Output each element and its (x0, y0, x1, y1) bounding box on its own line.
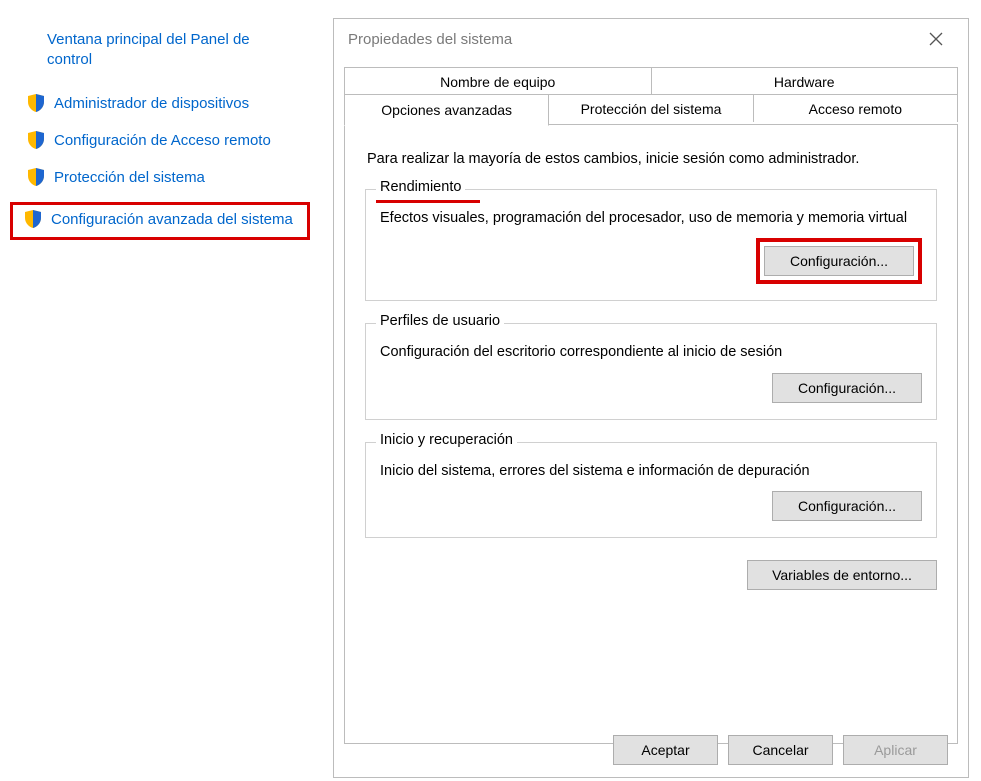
shield-icon (26, 130, 46, 150)
close-icon[interactable] (916, 19, 956, 59)
tab-body-advanced: Para realizar la mayoría de estos cambio… (344, 124, 958, 744)
sidebar-item-label: Configuración de Acceso remoto (54, 130, 271, 151)
group-legend-profiles: Perfiles de usuario (376, 313, 504, 329)
tab-system-protection[interactable]: Protección del sistema (549, 94, 753, 122)
ok-button[interactable]: Aceptar (613, 735, 718, 765)
sidebar-item-label: Configuración avanzada del sistema (51, 209, 293, 230)
sidebar-item-system-protection[interactable]: Protección del sistema (22, 165, 310, 190)
system-properties-dialog: Propiedades del sistema Nombre de equipo… (333, 18, 969, 778)
sidebar-item-remote-access[interactable]: Configuración de Acceso remoto (22, 128, 310, 153)
tab-hardware[interactable]: Hardware (652, 67, 959, 95)
tab-computer-name[interactable]: Nombre de equipo (344, 67, 652, 95)
highlight-underline (376, 200, 480, 203)
control-panel-home-link[interactable]: Ventana principal del Panel de control (47, 30, 285, 71)
cancel-button[interactable]: Cancelar (728, 735, 833, 765)
sidebar-item-label: Administrador de dispositivos (54, 93, 249, 114)
titlebar: Propiedades del sistema (334, 19, 968, 59)
group-desc-startup: Inicio del sistema, errores del sistema … (380, 461, 922, 481)
environment-variables-button[interactable]: Variables de entorno... (747, 560, 937, 590)
sidebar-item-device-manager[interactable]: Administrador de dispositivos (22, 91, 310, 116)
highlight-box: Configuración... (756, 238, 922, 284)
tab-remote-access[interactable]: Acceso remoto (754, 94, 958, 122)
control-panel-sidebar: Ventana principal del Panel de control A… (0, 20, 310, 252)
apply-button[interactable]: Aplicar (843, 735, 948, 765)
shield-icon (26, 93, 46, 113)
startup-settings-button[interactable]: Configuración... (772, 491, 922, 521)
shield-icon (26, 167, 46, 187)
shield-icon (23, 209, 43, 229)
group-legend-startup: Inicio y recuperación (376, 432, 517, 448)
dialog-button-row: Aceptar Cancelar Aplicar (613, 735, 948, 765)
sidebar-item-label: Protección del sistema (54, 167, 205, 188)
group-startup-recovery: Inicio y recuperación Inicio del sistema… (365, 442, 937, 538)
group-desc-performance: Efectos visuales, programación del proce… (380, 208, 922, 228)
sidebar-item-advanced-settings[interactable]: Configuración avanzada del sistema (10, 202, 310, 239)
group-user-profiles: Perfiles de usuario Configuración del es… (365, 323, 937, 419)
group-legend-performance: Rendimiento (376, 179, 465, 195)
tab-advanced-options[interactable]: Opciones avanzadas (344, 94, 549, 126)
admin-notice: Para realizar la mayoría de estos cambio… (367, 151, 935, 167)
tab-area: Nombre de equipo Hardware Opciones avanz… (344, 67, 958, 744)
dialog-title: Propiedades del sistema (348, 31, 512, 48)
performance-settings-button[interactable]: Configuración... (764, 246, 914, 276)
group-performance: Rendimiento Efectos visuales, programaci… (365, 189, 937, 301)
group-desc-profiles: Configuración del escritorio correspondi… (380, 342, 922, 362)
profiles-settings-button[interactable]: Configuración... (772, 373, 922, 403)
